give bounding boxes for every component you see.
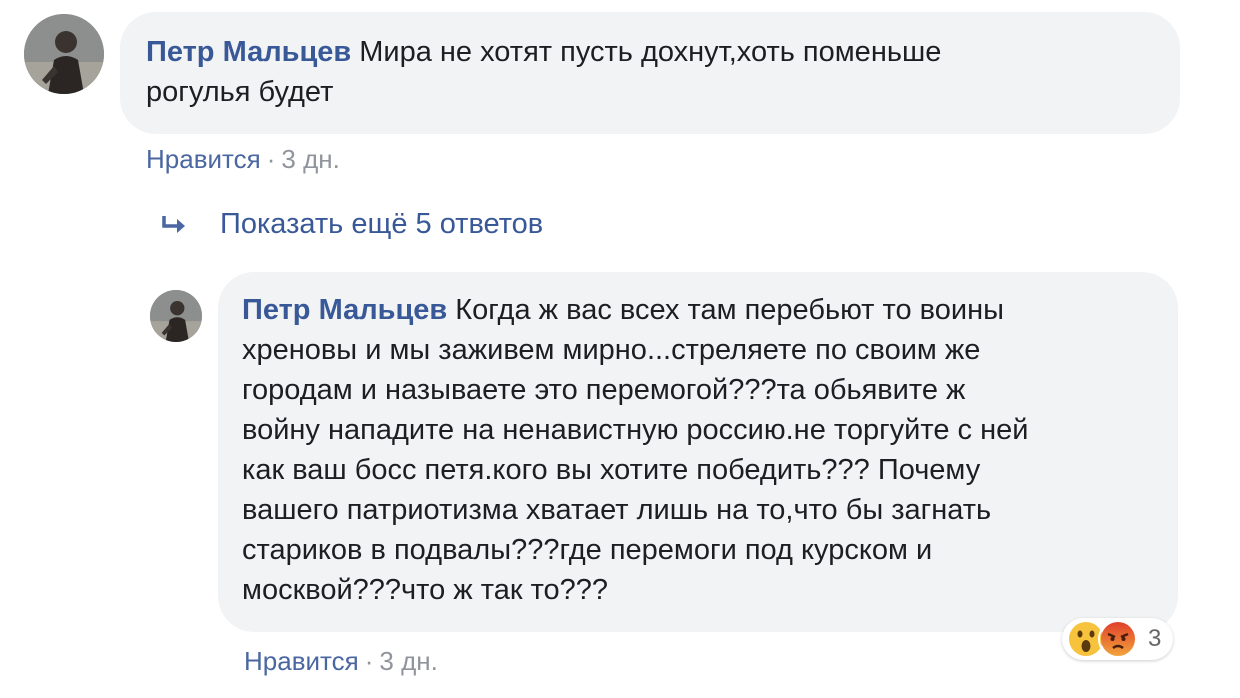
avatar[interactable] xyxy=(150,290,202,342)
avatar[interactable] xyxy=(24,14,104,94)
comment-actions: Нравится · 3 дн. xyxy=(146,144,340,175)
comment-bubble: Петр Мальцев Мира не хотят пусть дохнут,х… xyxy=(120,12,1180,134)
like-button[interactable]: Нравится xyxy=(146,144,261,174)
like-button[interactable]: Нравится xyxy=(244,646,359,676)
comment-bubble: Петр Мальцев Когда ж вас всех там перебью… xyxy=(218,272,1178,632)
timestamp[interactable]: 3 дн. xyxy=(281,144,339,174)
comment-line: Мира не хотят пусть дохнут,хоть поменьше xyxy=(359,36,942,68)
reaction-count: 3 xyxy=(1148,625,1162,652)
comment-line: хреновы и мы заживем мирно...стреляете п… xyxy=(242,334,981,366)
comment-text: Петр Мальцев Мира не хотят пусть дохнут,х… xyxy=(146,32,1154,112)
comment-line: москвой???что ж так то??? xyxy=(242,574,609,606)
comment-actions: Нравится · 3 дн. xyxy=(244,646,438,677)
comment-line: стариков в подвалы???где перемоги под ку… xyxy=(242,534,933,566)
comment-line: вашего патриотизма хватает лишь на то,чт… xyxy=(242,494,992,526)
show-more-replies-label: Показать ещё 5 ответов xyxy=(220,208,544,240)
comment-line: войну нападите на ненавистную россию.не … xyxy=(242,414,1029,446)
comment-author[interactable]: Петр Мальцев xyxy=(242,294,447,326)
show-more-replies-link[interactable]: Показать ещё 5 ответов xyxy=(160,208,543,241)
reactions-summary[interactable]: 3 xyxy=(1062,618,1174,660)
reply-arrow-icon xyxy=(162,215,185,233)
comment-line: городам и называете это перемогой???та о… xyxy=(242,374,966,406)
comment-line: как ваш босс петя.кого вы хотите победит… xyxy=(242,454,981,486)
comment-line: рогулья будет xyxy=(146,76,334,108)
separator: · xyxy=(364,646,374,676)
comment-line: Когда ж вас всех там перебьют то воины xyxy=(455,294,1004,326)
timestamp[interactable]: 3 дн. xyxy=(379,646,437,676)
comment-author[interactable]: Петр Мальцев xyxy=(146,36,351,68)
comment-text: Петр Мальцев Когда ж вас всех там перебью… xyxy=(242,290,1154,610)
separator: · xyxy=(266,144,276,174)
angry-reaction-icon xyxy=(1098,619,1138,659)
